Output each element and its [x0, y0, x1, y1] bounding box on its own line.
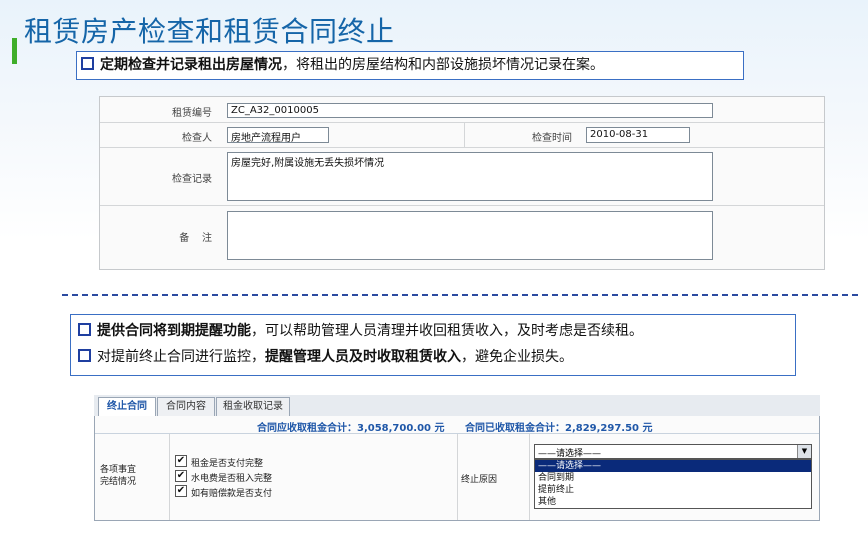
checkbox-bullet-icon [78, 323, 91, 336]
remark-label: 备 注 [179, 233, 212, 244]
termination-content: 合同应收取租金合计：3,058,700.00 元 合同已收取租金合计：2,829… [94, 416, 820, 521]
callout-inspection-text: ，将租出的房屋结构和内部设施损坏情况记录在案。 [282, 57, 604, 73]
row-inspector: 检查人 房地产流程用户 检查时间 2010-08-31 [100, 122, 824, 148]
divider [457, 434, 458, 520]
tab-terminate-contract[interactable]: 终止合同 [98, 397, 156, 417]
tab-bar: 终止合同 合同内容 租金收取记录 [94, 395, 820, 417]
divider [169, 434, 170, 520]
option-other[interactable]: 其他 [535, 496, 811, 508]
check-rent-paid[interactable]: ✔ [175, 455, 187, 467]
check-utilities-paid-label: 水电费是否租入完整 [191, 474, 273, 484]
inspector-label: 检查人 [182, 133, 212, 144]
termination-panel: 终止合同 合同内容 租金收取记录 合同应收取租金合计：3,058,700.00 … [94, 395, 820, 523]
callout-line-1: 提供合同将到期提醒功能，可以帮助管理人员清理并收回租赁收入，及时考虑是否续租。 [78, 321, 643, 341]
row-record: 检查记录 房屋完好,附属设施无丢失损坏情况 [100, 147, 824, 206]
lease-no-label: 租赁编号 [172, 108, 212, 119]
tab-contract-content[interactable]: 合同内容 [157, 397, 215, 416]
reason-dropdown-list: ——请选择—— 合同到期 提前终止 其他 [534, 459, 812, 509]
rent-due-total: 合同应收取租金合计：3,058,700.00 元 [257, 423, 445, 434]
reason-label: 终止原因 [461, 475, 498, 485]
lease-no-input[interactable]: ZC_A32_0010005 [227, 103, 713, 118]
inspect-time-label: 检查时间 [532, 133, 572, 144]
remark-textarea[interactable] [227, 211, 713, 260]
callout-inspection: 定期检查并记录租出房屋情况，将租出的房屋结构和内部设施损坏情况记录在案。 [76, 51, 744, 80]
record-label: 检查记录 [172, 174, 212, 185]
option-early-termination[interactable]: 提前终止 [535, 484, 811, 496]
chevron-down-icon[interactable]: ▼ [797, 445, 811, 458]
rent-received-total: 合同已收取租金合计：2,829,297.50 元 [465, 423, 653, 434]
row-remark: 备 注 [100, 205, 824, 269]
check-utilities-paid[interactable]: ✔ [175, 470, 187, 482]
check-rent-paid-label: 租金是否支付完整 [191, 459, 264, 469]
divider [529, 434, 530, 520]
option-please-select[interactable]: ——请选择—— [535, 460, 811, 472]
callout-line-2: 对提前终止合同进行监控，提醒管理人员及时收取租赁收入，避免企业损失。 [78, 347, 573, 367]
callout-contract: 提供合同将到期提醒功能，可以帮助管理人员清理并收回租赁收入，及时考虑是否续租。 … [70, 314, 796, 376]
divider [464, 122, 465, 147]
inspector-input[interactable]: 房地产流程用户 [227, 127, 329, 144]
rent-summary: 合同应收取租金合计：3,058,700.00 元 合同已收取租金合计：2,829… [95, 416, 819, 434]
callout-monitor-rest: ，避免企业损失。 [461, 349, 573, 365]
check-compensation-paid[interactable]: ✔ [175, 485, 187, 497]
check-compensation-paid-label: 如有赔偿款是否支付 [191, 489, 273, 499]
callout-monitor-bold: 提醒管理人员及时收取租赁收入 [265, 349, 461, 365]
record-textarea[interactable]: 房屋完好,附属设施无丢失损坏情况 [227, 152, 713, 201]
row-lease-no: 租赁编号 ZC_A32_0010005 [100, 97, 824, 123]
title-accent-bar [12, 38, 17, 64]
section-divider [62, 294, 858, 296]
reason-select[interactable]: ——请选择—— ▼ [534, 444, 812, 459]
inspect-time-input[interactable]: 2010-08-31 [586, 127, 690, 143]
checkbox-bullet-icon [81, 57, 94, 70]
page-title: 租赁房产检查和租赁合同终止 [24, 15, 395, 48]
items-label-line2: 完结情况 [100, 477, 137, 487]
option-contract-expired[interactable]: 合同到期 [535, 472, 811, 484]
reason-select-value: ——请选择—— [538, 449, 602, 459]
inspection-form: 租赁编号 ZC_A32_0010005 检查人 房地产流程用户 检查时间 201… [99, 96, 825, 270]
callout-monitor-text: 对提前终止合同进行监控， [97, 349, 265, 365]
checkbox-bullet-icon [78, 349, 91, 362]
callout-inspection-bold: 定期检查并记录租出房屋情况 [100, 57, 282, 73]
callout-reminder-text: ，可以帮助管理人员清理并收回租赁收入，及时考虑是否续租。 [251, 323, 643, 339]
callout-reminder-bold: 提供合同将到期提醒功能 [97, 323, 251, 339]
tab-rent-records[interactable]: 租金收取记录 [216, 397, 290, 416]
